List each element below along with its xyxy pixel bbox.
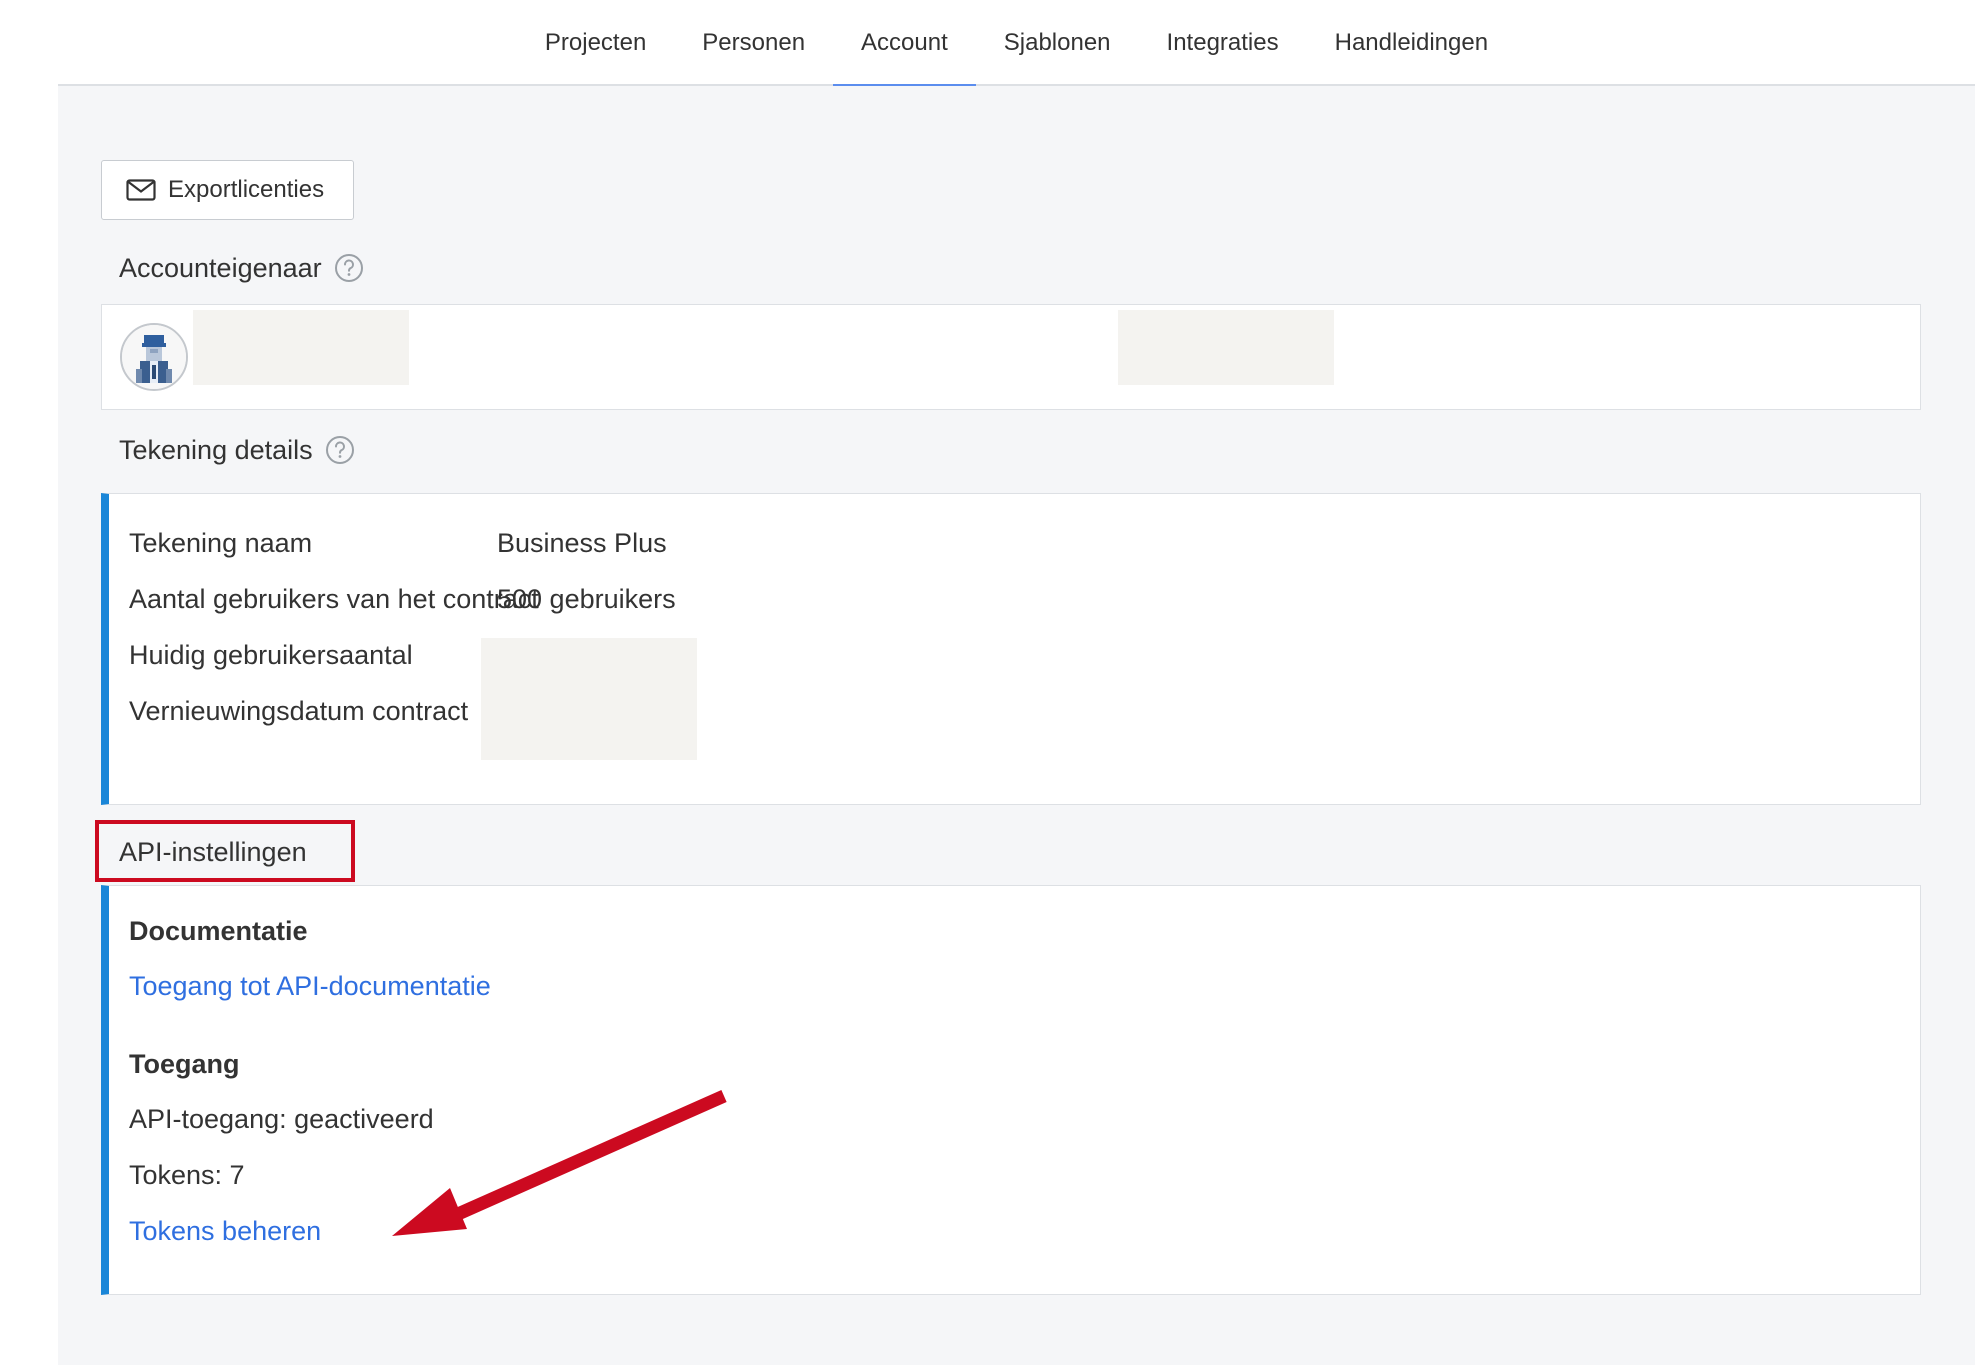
renewal-date-label: Vernieuwingsdatum contract xyxy=(129,696,469,726)
subscription-name-value: Business Plus xyxy=(497,528,667,558)
export-licenses-label: Exportlicenties xyxy=(168,176,325,203)
top-navigation: Projecten Personen Account Sjablonen Int… xyxy=(58,0,1975,88)
account-content: Exportlicenties Accounteigenaar Tekening… xyxy=(58,86,1975,1365)
current-users-label: Huidig gebruikersaantal xyxy=(129,640,413,670)
subscription-details-card: Tekening naam Business Plus Aantal gebru… xyxy=(101,493,1921,805)
mail-icon xyxy=(126,179,156,201)
subscription-details-title: Tekening details xyxy=(119,426,355,474)
subscription-details-title-text: Tekening details xyxy=(119,434,313,465)
contract-users-label: Aantal gebruikers van het contract xyxy=(129,584,539,614)
account-owner-title: Accounteigenaar xyxy=(119,244,364,292)
tab-account[interactable]: Account xyxy=(833,0,976,88)
user-avatar-icon xyxy=(122,325,186,389)
access-heading: Toegang xyxy=(129,1049,240,1079)
api-documentation-link[interactable]: Toegang tot API-documentatie xyxy=(129,971,491,1002)
redacted-user-details xyxy=(481,638,697,760)
tokens-count: Tokens: 7 xyxy=(129,1160,245,1190)
tab-handleidingen[interactable]: Handleidingen xyxy=(1307,0,1516,86)
avatar xyxy=(120,323,188,391)
tab-integraties[interactable]: Integraties xyxy=(1139,0,1307,86)
main-tabs: Projecten Personen Account Sjablonen Int… xyxy=(58,0,1975,88)
manage-tokens-link[interactable]: Tokens beheren xyxy=(129,1216,321,1247)
tab-sjablonen[interactable]: Sjablonen xyxy=(976,0,1139,86)
account-owner-card xyxy=(101,304,1921,410)
export-licenses-button[interactable]: Exportlicenties xyxy=(101,160,354,220)
api-settings-card: Documentatie Toegang tot API-documentati… xyxy=(101,885,1921,1295)
documentation-heading: Documentatie xyxy=(129,916,308,946)
api-access-status: API-toegang: geactiveerd xyxy=(129,1104,434,1134)
tab-projecten[interactable]: Projecten xyxy=(517,0,674,86)
account-owner-title-text: Accounteigenaar xyxy=(119,252,322,283)
help-icon[interactable] xyxy=(334,253,364,283)
help-icon[interactable] xyxy=(325,435,355,465)
redacted-owner-name xyxy=(193,310,409,385)
tab-personen[interactable]: Personen xyxy=(674,0,833,86)
contract-users-value: 500 gebruikers xyxy=(497,584,676,614)
redacted-owner-email xyxy=(1118,310,1334,385)
subscription-name-label: Tekening naam xyxy=(129,528,313,558)
annotation-highlight-box xyxy=(95,820,355,882)
